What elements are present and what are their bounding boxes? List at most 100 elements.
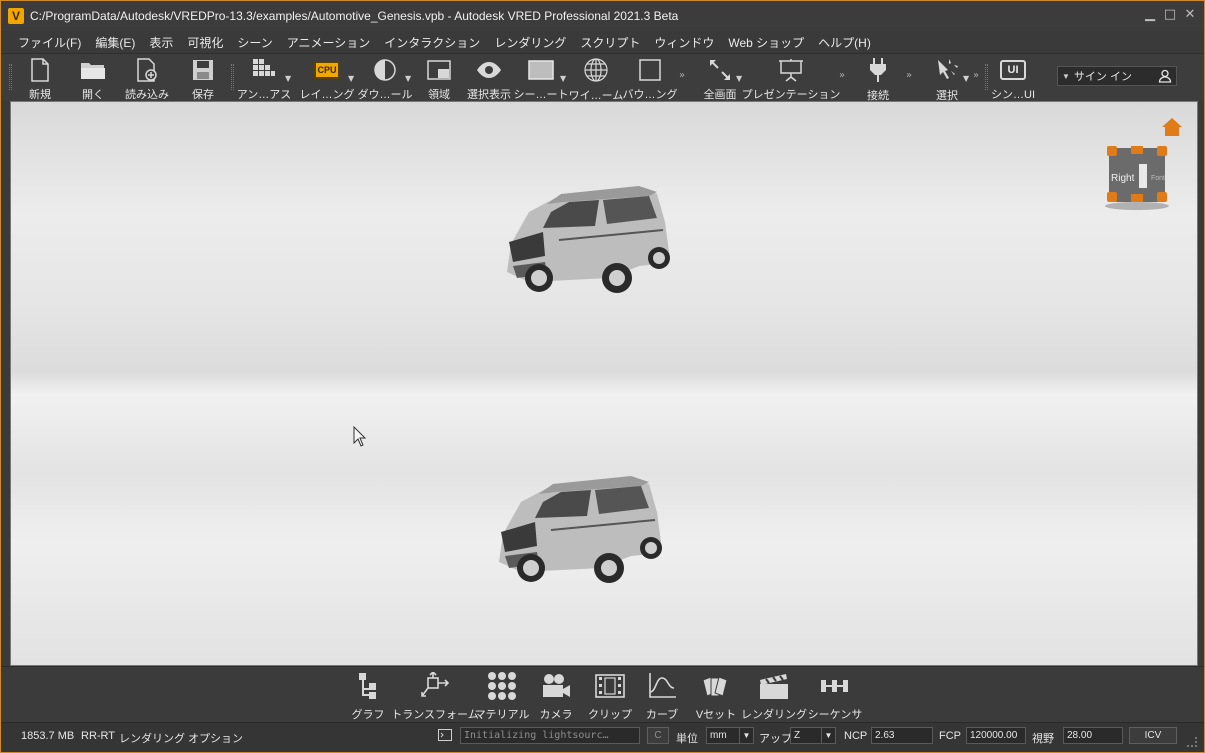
terminal-icon[interactable] — [438, 729, 452, 741]
presentation-easel-icon — [778, 57, 804, 82]
fcp-input[interactable]: 120000.00 — [966, 727, 1026, 744]
vset-cards-icon — [701, 671, 731, 701]
menu-view[interactable]: 表示 — [142, 34, 180, 51]
chevron-down-icon[interactable]: ▼ — [348, 74, 354, 83]
ui-badge-icon: UI — [1000, 57, 1026, 82]
menu-animation[interactable]: アニメーション — [280, 34, 378, 51]
select-button[interactable]: 選択 ▼ — [927, 54, 969, 102]
toolbar-grip[interactable] — [9, 64, 12, 90]
toolbar-overflow-icon[interactable]: » — [679, 70, 685, 81]
module-material-button[interactable]: マテリアル — [475, 671, 529, 722]
navigation-cube[interactable]: Right Font — [1103, 142, 1171, 212]
open-label: 開く — [82, 89, 104, 101]
module-clip-label: クリップ — [588, 709, 632, 721]
menu-edit[interactable]: 編集(E) — [88, 34, 142, 51]
menu-file[interactable]: ファイル(F) — [11, 34, 88, 51]
module-camera-button[interactable]: カメラ — [539, 671, 573, 722]
chevron-down-icon[interactable]: ▼ — [736, 74, 742, 83]
car-model-bottom[interactable] — [491, 472, 671, 592]
main-toolbar: 新規 開く 読み込み 保存 アン…アス ▼ CPU レイ…ング ▼ ダウ…ール … — [1, 53, 1204, 102]
import-button[interactable]: 読み込み — [123, 54, 171, 102]
menu-rendering[interactable]: レンダリング — [487, 34, 573, 51]
menu-help[interactable]: ヘルプ(H) — [811, 34, 878, 51]
bounding-box-icon — [637, 57, 663, 82]
region-button[interactable]: 領域 — [425, 54, 453, 102]
ncp-input[interactable]: 2.63 — [871, 727, 933, 744]
module-vset-button[interactable]: Vセット — [696, 671, 736, 722]
up-axis-select[interactable]: Z ▼ — [790, 727, 836, 744]
wireframe-button[interactable]: ワイ…ーム — [569, 54, 623, 102]
connect-button[interactable]: 接続 — [863, 54, 893, 102]
toolbar-overflow-icon[interactable]: » — [906, 70, 912, 81]
menu-scene[interactable]: シーン — [230, 34, 279, 51]
maximize-button[interactable]: □ — [1162, 7, 1178, 23]
open-button[interactable]: 開く — [77, 54, 109, 102]
car-model-top[interactable] — [499, 182, 679, 302]
new-file-icon — [27, 57, 53, 82]
selection-show-label: 選択表示 — [467, 89, 511, 101]
presentation-button[interactable]: プレゼンテーション — [742, 54, 840, 102]
ncp-label: NCP — [844, 730, 868, 742]
save-button[interactable]: 保存 — [187, 54, 219, 102]
chevron-down-icon[interactable]: ▼ — [963, 74, 969, 83]
chevron-down-icon[interactable]: ▼ — [405, 74, 411, 83]
chevron-down-icon[interactable]: ▼ — [560, 74, 566, 83]
module-graph-button[interactable]: グラフ — [351, 671, 385, 722]
status-bar: 1853.7 MB RR-RT レンダリング オプション Initializin… — [1, 722, 1204, 752]
menu-visualization[interactable]: 可視化 — [180, 34, 230, 51]
raytracing-button[interactable]: CPU レイ…ング ▼ — [299, 54, 355, 102]
module-bar: グラフ トランスフォーム マテリアル カメラ クリップ カーブ Vセット レンダ… — [1, 666, 1204, 722]
close-button[interactable]: ✕ — [1182, 7, 1198, 23]
module-rendering-button[interactable]: レンダリング — [741, 671, 807, 722]
bounding-box-button[interactable]: バウ…ング — [623, 54, 678, 102]
cpu-chip-icon: CPU — [314, 57, 340, 82]
fov-input[interactable]: 28.00 — [1063, 727, 1123, 744]
selection-show-button[interactable]: 選択表示 — [463, 54, 515, 102]
menu-script[interactable]: スクリプト — [573, 34, 647, 51]
chevron-down-icon[interactable]: ▼ — [285, 74, 291, 83]
folder-icon — [80, 57, 106, 82]
toolbar-grip[interactable] — [985, 64, 988, 90]
unit-value: mm — [710, 730, 727, 741]
module-curve-label: カーブ — [645, 709, 679, 721]
transform-arrows-icon — [420, 671, 450, 701]
render-options-link[interactable]: レンダリング オプション — [119, 730, 243, 746]
scene-ui-button[interactable]: UI シン…UI — [991, 54, 1035, 102]
module-camera-label: カメラ — [539, 709, 573, 721]
module-transform-button[interactable]: トランスフォーム — [391, 671, 479, 722]
render-viewport[interactable]: Right Font — [10, 101, 1198, 666]
fullscreen-button[interactable]: 全画面 ▼ — [700, 54, 742, 102]
film-clip-icon — [595, 671, 625, 701]
icv-button[interactable]: ICV — [1129, 727, 1177, 744]
module-material-label: マテリアル — [474, 709, 530, 721]
toolbar-overflow-icon[interactable]: » — [973, 70, 979, 81]
menu-window[interactable]: ウィンドウ — [647, 34, 721, 51]
toolbar-overflow-icon[interactable]: » — [839, 70, 845, 81]
sign-in-dropdown[interactable]: ▼ サイン イン — [1057, 66, 1177, 86]
unit-select[interactable]: mm ▼ — [706, 727, 754, 744]
fcp-label: FCP — [939, 730, 961, 742]
navcube-right-face[interactable]: Right — [1111, 173, 1135, 184]
raytracing-label: レイ…ング — [299, 89, 355, 101]
app-window: V C:/ProgramData/Autodesk/VREDPro-13.3/e… — [0, 0, 1205, 753]
download-button[interactable]: ダウ…ール ▼ — [358, 54, 413, 102]
resize-grip[interactable] — [1187, 737, 1197, 747]
scene-plate-button[interactable]: シー…ート ▼ — [514, 54, 569, 102]
home-icon[interactable] — [1161, 116, 1183, 138]
module-sequencer-button[interactable]: シーケンサ — [808, 671, 862, 722]
scene-plate-icon — [528, 57, 554, 82]
new-button[interactable]: 新規 — [23, 54, 57, 102]
module-curve-button[interactable]: カーブ — [643, 671, 681, 722]
antialiasing-button[interactable]: アン…アス ▼ — [237, 54, 291, 102]
minimize-button[interactable]: ▁ — [1142, 7, 1158, 23]
menu-web-shop[interactable]: Web ショップ — [721, 34, 811, 51]
region-label: 領域 — [428, 89, 450, 101]
navcube-front-face[interactable]: Font — [1151, 175, 1165, 182]
sign-in-label: サイン イン — [1073, 71, 1132, 83]
console-c-button[interactable]: C — [647, 727, 669, 744]
ui-badge: UI — [1000, 59, 1026, 80]
material-spheres-icon — [487, 671, 517, 701]
menu-interaction[interactable]: インタラクション — [377, 34, 487, 51]
toolbar-grip[interactable] — [231, 64, 234, 90]
module-clip-button[interactable]: クリップ — [588, 671, 632, 722]
